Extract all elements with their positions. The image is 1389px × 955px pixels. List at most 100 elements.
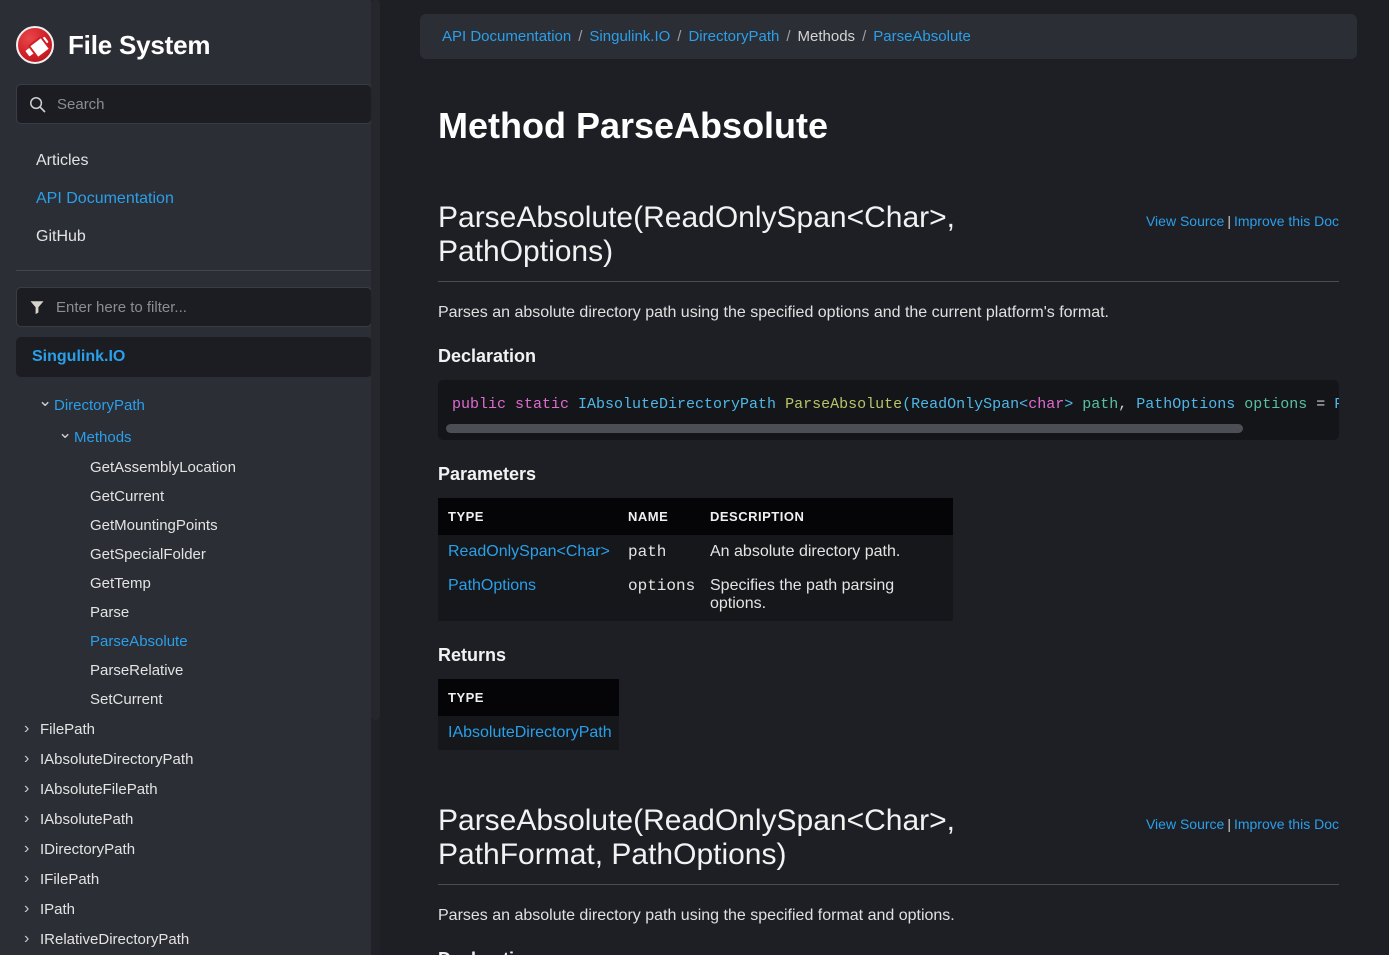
breadcrumb: API Documentation / Singulink.IO / Directory… bbox=[420, 14, 1357, 59]
nav-link-articles[interactable]: Articles bbox=[16, 142, 372, 180]
toc-item-label: IPath bbox=[40, 900, 76, 918]
toc-item-getcurrent[interactable]: GetCurrent bbox=[16, 482, 372, 511]
toc-item-parse[interactable]: Parse bbox=[16, 598, 372, 627]
filter-input[interactable] bbox=[56, 298, 359, 316]
toc-item-parserelative[interactable]: ParseRelative bbox=[16, 656, 372, 685]
toc-item-gettemp[interactable]: GetTemp bbox=[16, 569, 372, 598]
toc-item-label: SetCurrent bbox=[90, 691, 163, 708]
toc: Singulink.IO ⌄ DirectoryPath ⌄ Methods GetAs… bbox=[16, 337, 372, 954]
toc-item-label: IAbsoluteFilePath bbox=[40, 780, 158, 798]
toc-list: ⌄ DirectoryPath ⌄ Methods GetAssemblyLocatio… bbox=[16, 389, 372, 954]
method-signature: ParseAbsolute(ReadOnlySpan<Char>, PathOp… bbox=[438, 201, 955, 268]
method-links: View Source | Improve this Doc bbox=[1146, 201, 1339, 229]
chevron-right-icon[interactable]: › bbox=[24, 750, 40, 768]
toc-item-iabsolutefilepath[interactable]: › IAbsoluteFilePath bbox=[16, 774, 372, 804]
chevron-right-icon[interactable]: › bbox=[24, 870, 40, 888]
declaration-heading: Declaration bbox=[438, 949, 1339, 955]
toc-root-singulink-io[interactable]: Singulink.IO bbox=[16, 337, 372, 377]
toc-item-iabsolutepath[interactable]: › IAbsolutePath bbox=[16, 804, 372, 834]
improve-doc-link[interactable]: Improve this Doc bbox=[1234, 816, 1339, 832]
search-box[interactable] bbox=[16, 84, 372, 124]
param-type-link[interactable]: PathOptions bbox=[448, 577, 536, 594]
code-token: IAbsoluteDirectoryPath bbox=[578, 395, 777, 413]
main-content: API Documentation / Singulink.IO / Directory… bbox=[388, 0, 1389, 955]
chevron-right-icon[interactable]: › bbox=[24, 900, 40, 918]
nav-link-api-documentation[interactable]: API Documentation bbox=[16, 180, 372, 218]
toc-item-label: Parse bbox=[90, 604, 130, 621]
toc-item-idirectorypath[interactable]: › IDirectoryPath bbox=[16, 834, 372, 864]
toc-item-getassemblylocation[interactable]: GetAssemblyLocation bbox=[16, 453, 372, 482]
method-links: View Source | Improve this Doc bbox=[1146, 804, 1339, 832]
code-horizontal-scrollbar[interactable] bbox=[446, 424, 1243, 434]
param-type-cell: ReadOnlySpan<Char> bbox=[438, 535, 618, 569]
code-token: options bbox=[1235, 395, 1308, 413]
chevron-right-icon[interactable]: › bbox=[24, 780, 40, 798]
page-title: Method ParseAbsolute bbox=[438, 105, 829, 146]
toc-item-parseabsolute[interactable]: ParseAbsolute bbox=[16, 627, 372, 656]
th-type: TYPE bbox=[438, 498, 618, 536]
breadcrumb-item-directorypath[interactable]: DirectoryPath bbox=[688, 28, 779, 45]
th-name: NAME bbox=[618, 498, 700, 536]
breadcrumb-item-api-documentation[interactable]: API Documentation bbox=[442, 28, 571, 45]
code-token: path bbox=[1073, 395, 1119, 413]
toc-item-iabsolutedirectorypath[interactable]: › IAbsoluteDirectoryPath bbox=[16, 744, 372, 774]
parameters-table: TYPE NAME DESCRIPTION ReadOnlySpan<Char>… bbox=[438, 498, 953, 622]
code-token: , bbox=[1118, 395, 1137, 413]
code-token: char bbox=[1028, 395, 1065, 413]
code-token: public bbox=[452, 395, 516, 413]
returns-heading: Returns bbox=[438, 645, 507, 666]
toc-item-irelativedirectorypath[interactable]: › IRelativeDirectoryPath bbox=[16, 924, 372, 954]
brand[interactable]: File System bbox=[16, 0, 372, 84]
toc-item-ifilepath[interactable]: › IFilePath bbox=[16, 864, 372, 894]
improve-doc-link[interactable]: Improve this Doc bbox=[1234, 213, 1339, 229]
view-source-link[interactable]: View Source bbox=[1146, 213, 1224, 229]
param-type-link[interactable]: ReadOnlySpan<Char> bbox=[448, 543, 610, 560]
code-scrollbar-area bbox=[438, 416, 1339, 440]
toc-item-label: IDirectoryPath bbox=[40, 840, 136, 858]
toc-item-methods[interactable]: ⌄ Methods bbox=[16, 421, 372, 453]
filter-box[interactable] bbox=[16, 287, 372, 327]
table-header-row: TYPE NAME DESCRIPTION bbox=[438, 498, 953, 536]
search-input[interactable] bbox=[57, 95, 359, 113]
code-block[interactable]: public static IAbsoluteDirectoryPath Par… bbox=[438, 379, 1339, 441]
breadcrumb-item-singulink-io[interactable]: Singulink.IO bbox=[589, 28, 670, 45]
return-type-link[interactable]: IAbsoluteDirectoryPath bbox=[448, 724, 612, 741]
toc-item-getmountingpoints[interactable]: GetMountingPoints bbox=[16, 511, 372, 540]
toc-item-label: GetCurrent bbox=[90, 488, 165, 505]
param-name-cell: path bbox=[628, 543, 667, 562]
toc-item-label: GetMountingPoints bbox=[90, 517, 218, 534]
sidebar-content: File System Articles API Documentation G… bbox=[0, 0, 388, 955]
view-source-link[interactable]: View Source bbox=[1146, 816, 1224, 832]
toc-item-directorypath[interactable]: ⌄ DirectoryPath bbox=[16, 389, 372, 421]
code-token: ( bbox=[902, 395, 912, 413]
code-token: static bbox=[515, 395, 579, 413]
toc-item-label: FilePath bbox=[40, 720, 96, 738]
toc-item-label: GetTemp bbox=[90, 575, 151, 592]
filter-icon bbox=[29, 299, 45, 315]
chevron-down-icon[interactable]: ⌄ bbox=[58, 423, 74, 443]
breadcrumb-item-parseabsolute[interactable]: ParseAbsolute bbox=[873, 28, 971, 45]
toc-item-label: IFilePath bbox=[40, 870, 100, 888]
code-token: < bbox=[1019, 395, 1029, 413]
sidebar-edge bbox=[380, 0, 388, 955]
breadcrumb-item-methods: Methods bbox=[797, 28, 856, 45]
search-icon bbox=[29, 96, 46, 113]
method-header: ParseAbsolute(ReadOnlySpan<Char>, PathOp… bbox=[438, 201, 1339, 282]
returns-table-body: IAbsoluteDirectoryPath bbox=[438, 716, 619, 750]
toc-item-filepath[interactable]: › FilePath bbox=[16, 714, 372, 744]
toc-item-ipath[interactable]: › IPath bbox=[16, 894, 372, 924]
nav-link-github[interactable]: GitHub bbox=[16, 218, 372, 256]
toc-item-setcurrent[interactable]: SetCurrent bbox=[16, 685, 372, 714]
sidebar-divider bbox=[16, 270, 372, 271]
chevron-down-icon[interactable]: ⌄ bbox=[38, 391, 54, 411]
plug-logo-icon bbox=[16, 26, 54, 64]
sidebar-scrollbar-thumb[interactable] bbox=[371, 0, 380, 720]
code-token: PathOpti bbox=[1334, 395, 1339, 413]
return-type-cell: IAbsoluteDirectoryPath bbox=[438, 716, 619, 750]
chevron-right-icon[interactable]: › bbox=[24, 810, 40, 828]
chevron-right-icon[interactable]: › bbox=[24, 720, 40, 738]
chevron-right-icon[interactable]: › bbox=[24, 930, 40, 948]
chevron-right-icon[interactable]: › bbox=[24, 840, 40, 858]
toc-item-getspecialfolder[interactable]: GetSpecialFolder bbox=[16, 540, 372, 569]
code-line: public static IAbsoluteDirectoryPath Par… bbox=[438, 394, 1339, 417]
